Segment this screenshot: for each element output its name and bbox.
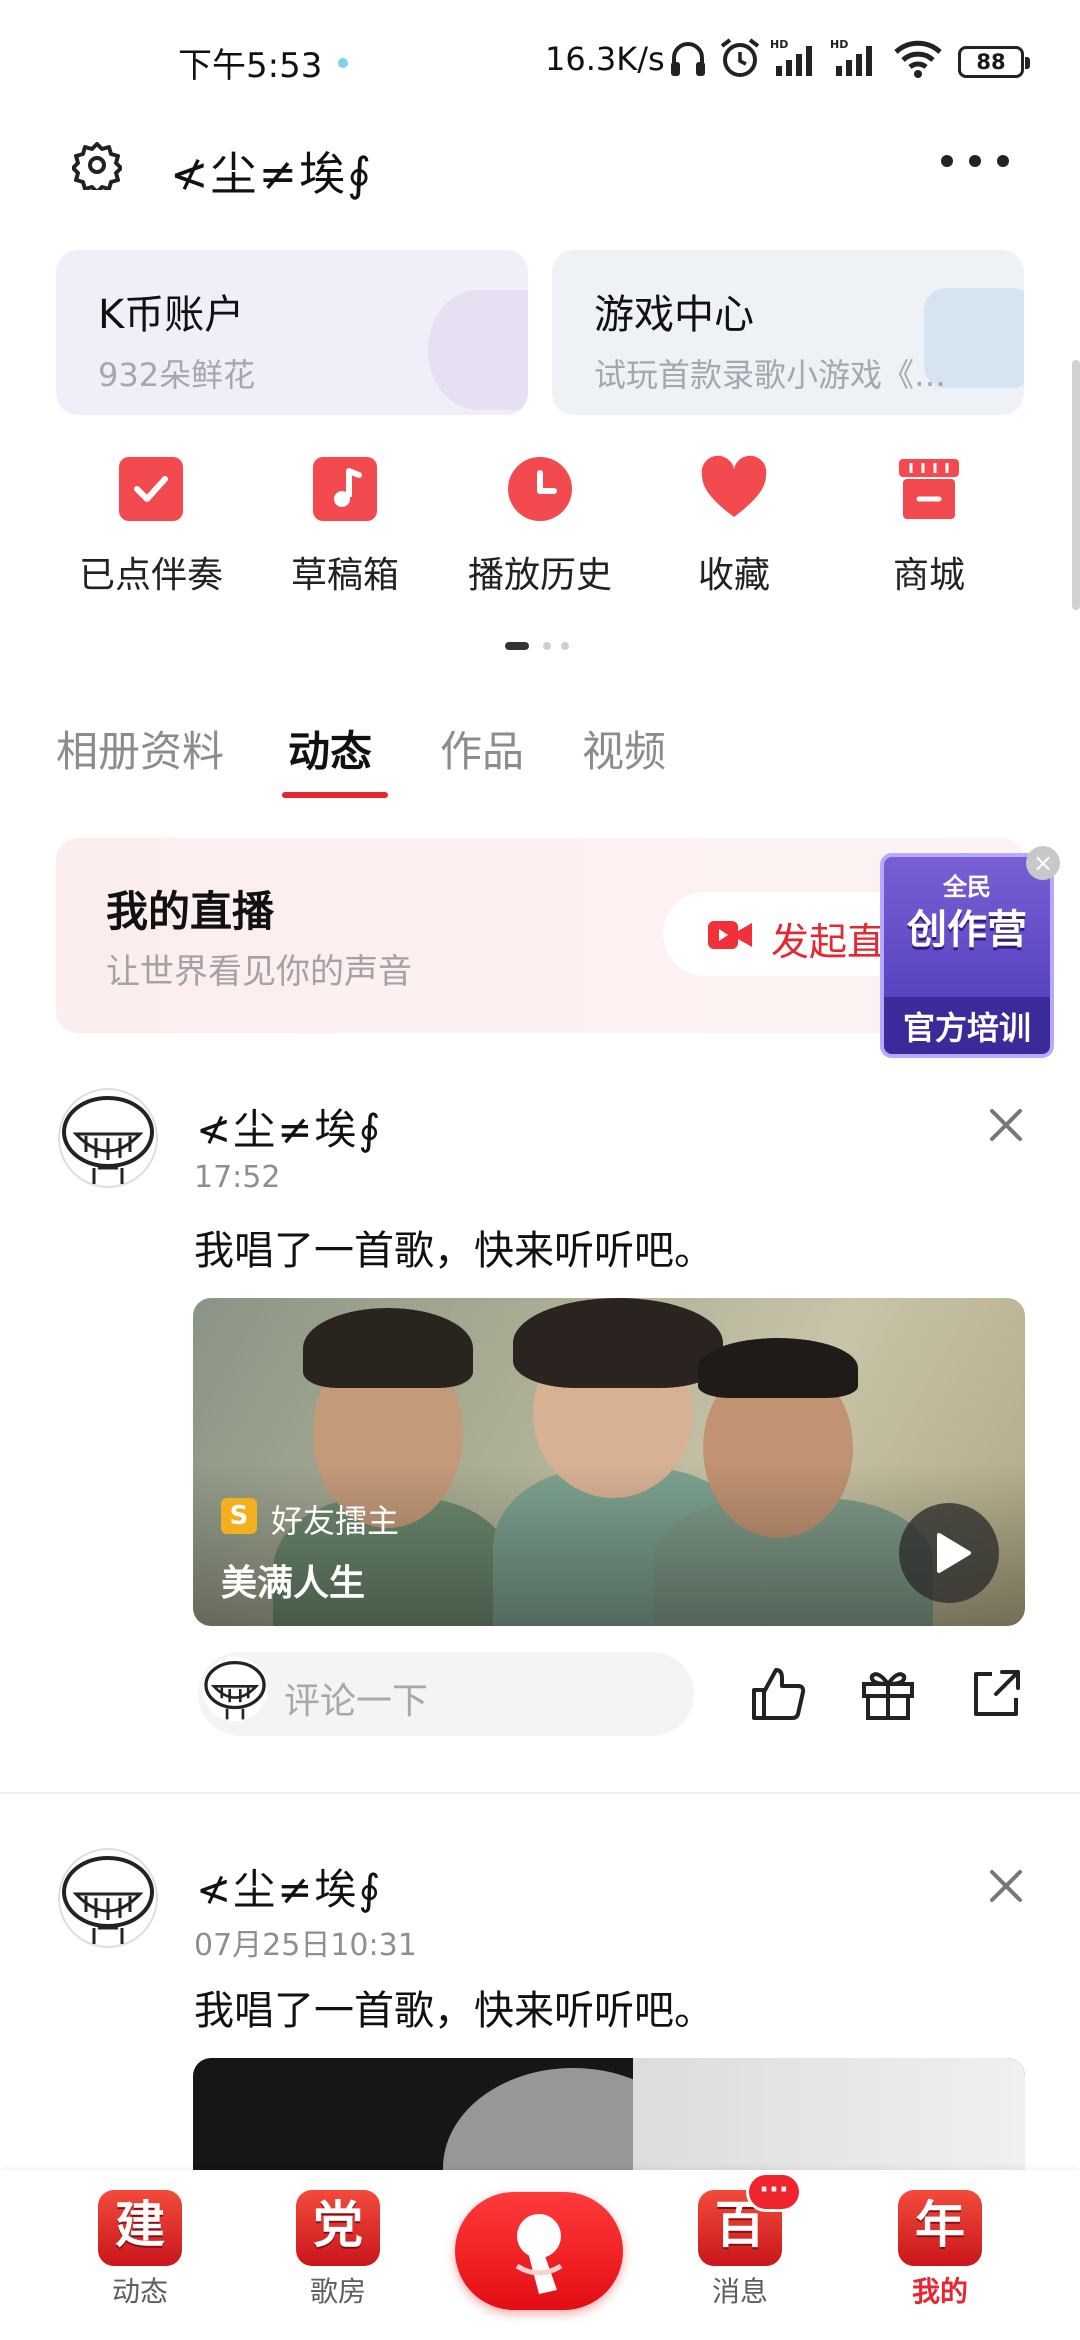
check-square-icon: [119, 457, 183, 521]
nav-label: 我的: [911, 2275, 968, 2308]
shortcut-label: 商城: [892, 555, 965, 596]
network-speed: 16.3K/s: [545, 40, 665, 78]
game-card-subtitle: 试玩首款录歌小游戏《…: [594, 356, 947, 394]
kcoin-card-title: K币账户: [98, 292, 245, 338]
post-time: 07月25日10:31: [194, 1928, 417, 1963]
wifi-icon: [894, 40, 942, 78]
game-center-card[interactable]: 游戏中心 试玩首款录歌小游戏《…: [552, 250, 1024, 415]
post-author[interactable]: ≮尘≠埃∮: [196, 1856, 382, 1917]
clock-icon: [508, 457, 572, 521]
tab-feed[interactable]: 动态: [288, 718, 372, 779]
headphones-icon: [671, 42, 705, 76]
profile-username: ≮尘≠埃∮: [170, 147, 374, 201]
share-icon[interactable]: [966, 1664, 1026, 1724]
post-time: 17:52: [194, 1160, 281, 1195]
settings-gear-icon[interactable]: [72, 140, 122, 190]
active-tab-indicator: [282, 792, 388, 798]
nav-label: 消息: [711, 2275, 768, 2308]
nav-label: 歌房: [309, 2275, 366, 2308]
status-time: 下午5:53: [178, 46, 323, 86]
nav-me[interactable]: 年 我的: [880, 2190, 1000, 2310]
shortcut-ordered-accompaniment[interactable]: 已点伴奏: [56, 450, 246, 600]
shortcut-label: 播放历史: [467, 555, 612, 596]
promo-bottom-text: 官方培训: [884, 997, 1050, 1054]
music-note-icon: [313, 457, 377, 521]
nav-feed-icon: 建: [98, 2190, 182, 2266]
kcoin-account-card[interactable]: K币账户 932朵鲜花: [56, 250, 528, 415]
creator-camp-promo[interactable]: 全民 创作营 官方培训: [880, 853, 1054, 1058]
post-avatar-icon[interactable]: [58, 1848, 158, 1948]
nav-record-button[interactable]: [455, 2192, 623, 2310]
play-icon[interactable]: [899, 1503, 999, 1603]
shortcut-label: 已点伴奏: [78, 555, 223, 596]
tab-album-profile[interactable]: 相册资料: [56, 718, 224, 779]
shortcut-favorites[interactable]: 收藏: [639, 450, 829, 600]
flower-decoration-icon: [428, 290, 528, 410]
media-tag: 好友擂主: [271, 1502, 400, 1540]
media-song-title: 美满人生: [221, 1563, 366, 1604]
comment-input[interactable]: 评论一下: [198, 1652, 694, 1736]
post-text: 我唱了一首歌，快来听听吧。: [194, 1988, 714, 2034]
signal-hd-icon: HD: [770, 38, 812, 76]
comment-placeholder: 评论一下: [284, 1681, 429, 1722]
post-media-card[interactable]: S 好友擂主 美满人生: [193, 1298, 1025, 1626]
post-text: 我唱了一首歌，快来听听吧。: [194, 1228, 714, 1274]
close-icon[interactable]: [984, 1864, 1028, 1908]
heart-icon: [701, 455, 767, 517]
s-badge-icon: S: [221, 1498, 257, 1534]
store-icon: [899, 459, 959, 519]
gift-icon[interactable]: [858, 1664, 918, 1724]
video-camera-icon: [708, 921, 752, 949]
nav-feed[interactable]: 建 动态: [80, 2190, 200, 2310]
svg-text:HD: HD: [830, 38, 848, 51]
photo-background: [633, 2058, 1025, 2178]
more-options-icon[interactable]: [938, 150, 1012, 172]
battery-indicator: 88: [958, 46, 1030, 78]
tab-videos[interactable]: 视频: [582, 718, 666, 779]
game-card-title: 游戏中心: [594, 292, 754, 338]
comment-avatar-icon: [202, 1656, 268, 1722]
live-subtitle: 让世界看见你的声音: [106, 952, 412, 992]
post-avatar-icon[interactable]: [58, 1088, 158, 1188]
nav-label: 动态: [111, 2275, 168, 2308]
shortcut-store[interactable]: 商城: [834, 450, 1024, 600]
nav-song-room[interactable]: 党 歌房: [278, 2190, 398, 2310]
like-thumb-icon[interactable]: [748, 1664, 808, 1724]
shortcut-label: 草稿箱: [290, 555, 399, 596]
tab-works[interactable]: 作品: [440, 718, 524, 779]
alarm-icon: [720, 38, 760, 77]
notification-dot-icon: [338, 58, 348, 68]
kcoin-card-subtitle: 932朵鲜花: [98, 356, 256, 394]
post-media-card[interactable]: [193, 2058, 1025, 2178]
signal-hd-icon-2: HD: [830, 38, 872, 76]
svg-text:HD: HD: [770, 38, 788, 51]
nav-song-room-icon: 党: [296, 2190, 380, 2266]
live-title: 我的直播: [106, 887, 275, 936]
shortcut-play-history[interactable]: 播放历史: [445, 450, 635, 600]
shortcut-drafts[interactable]: 草稿箱: [250, 450, 440, 600]
promo-close-icon[interactable]: ×: [1026, 846, 1060, 880]
microphone-icon: [515, 2214, 563, 2294]
shortcut-label: 收藏: [697, 555, 770, 596]
nav-me-icon: 年: [898, 2190, 982, 2266]
feed-divider: [0, 1792, 1080, 1794]
page-indicator: [505, 642, 569, 650]
post-author[interactable]: ≮尘≠埃∮: [196, 1096, 382, 1157]
message-badge: ···: [746, 2172, 802, 2212]
scrollbar[interactable]: [1072, 360, 1080, 610]
close-icon[interactable]: [984, 1103, 1028, 1147]
promo-main-text: 创作营: [907, 907, 1027, 953]
